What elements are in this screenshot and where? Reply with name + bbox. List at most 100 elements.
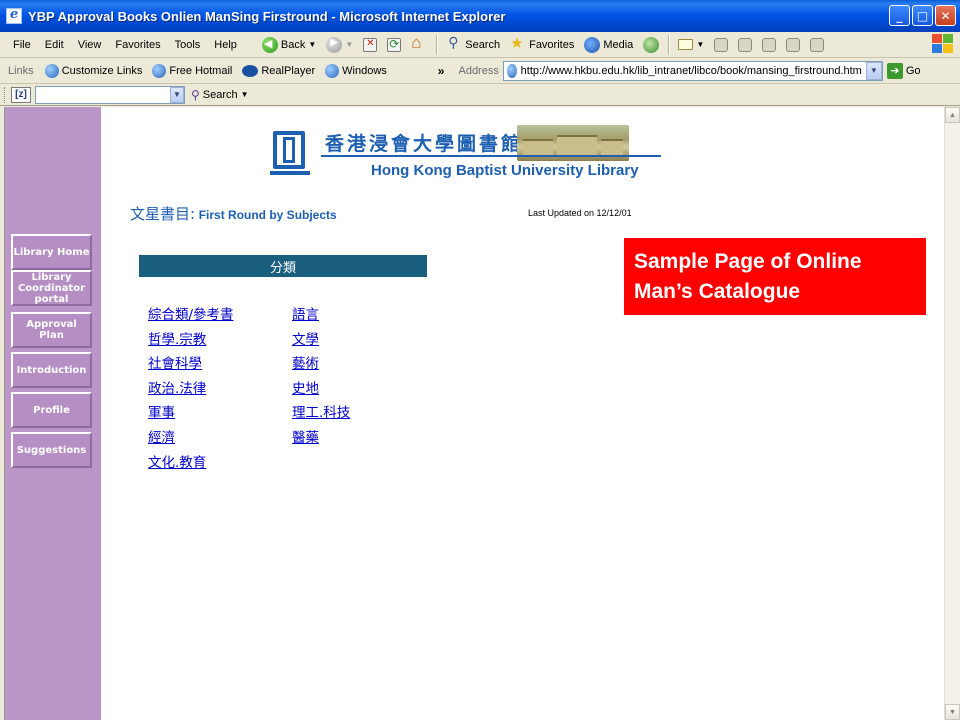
- favorites-button[interactable]: Favorites: [506, 34, 578, 56]
- nav-library-home[interactable]: Library Home: [11, 234, 92, 270]
- toolbar-logo-icon[interactable]: [z]: [11, 86, 31, 103]
- forward-button[interactable]: ▼: [322, 34, 357, 56]
- category-link[interactable]: 史地: [292, 379, 350, 404]
- category-column-right: 語言 文學 藝術 史地 理工.科技 醫藥: [292, 305, 350, 453]
- close-button[interactable]: ✕: [935, 5, 956, 26]
- stop-icon: [363, 37, 378, 52]
- link-windows[interactable]: Windows: [320, 63, 392, 78]
- mail-icon: [678, 39, 694, 50]
- forward-dropdown-icon[interactable]: ▼: [345, 40, 353, 49]
- stop-button[interactable]: [359, 34, 381, 56]
- category-link[interactable]: 文學: [292, 330, 350, 355]
- ie-page-icon: [44, 63, 59, 78]
- toolbar-separator: [668, 34, 670, 55]
- search-toolbar: [z] ▼ ⚲ Search ▼: [0, 84, 960, 106]
- edit-icon: [738, 37, 753, 52]
- messenger-icon: [786, 37, 801, 52]
- scroll-down-icon[interactable]: ▼: [945, 704, 960, 720]
- research-icon: [810, 37, 825, 52]
- print-button[interactable]: [710, 34, 732, 56]
- address-label: Address: [458, 64, 499, 77]
- window-controls: _ □ ✕: [889, 5, 956, 26]
- address-input[interactable]: http://www.hkbu.edu.hk/lib_intranet/libc…: [502, 60, 883, 81]
- category-link[interactable]: 藝術: [292, 354, 350, 379]
- media-button[interactable]: Media: [580, 34, 637, 56]
- search-label: Search: [465, 38, 501, 51]
- edit-button[interactable]: [734, 34, 756, 56]
- category-link[interactable]: 哲學.宗教: [148, 330, 234, 355]
- menu-bar: File Edit View Favorites Tools Help Back…: [0, 32, 960, 58]
- nav-introduction[interactable]: Introduction: [11, 352, 92, 388]
- menu: File Edit View Favorites Tools Help: [0, 39, 244, 51]
- nav-profile[interactable]: Profile: [11, 392, 92, 428]
- vertical-scrollbar[interactable]: ▲ ▼: [944, 107, 960, 720]
- nav-suggestions[interactable]: Suggestions: [11, 432, 92, 468]
- category-link[interactable]: 社會科學: [148, 354, 234, 379]
- category-link[interactable]: 軍事: [148, 403, 234, 428]
- menu-view[interactable]: View: [71, 39, 109, 51]
- home-button[interactable]: [407, 33, 431, 56]
- window-title: YBP Approval Books Onlien ManSing Firstr…: [28, 8, 506, 24]
- menu-help[interactable]: Help: [207, 39, 244, 51]
- category-header: 分類: [139, 255, 427, 277]
- ie-page-icon: [325, 63, 340, 78]
- category-link[interactable]: 文化.教育: [148, 453, 234, 478]
- research-button[interactable]: [806, 34, 828, 56]
- nav-approval-plan[interactable]: Approval Plan: [11, 312, 92, 348]
- category-link[interactable]: 政治.法律: [148, 379, 234, 404]
- category-link[interactable]: 語言: [292, 305, 350, 330]
- library-name-english: Hong Kong Baptist University Library: [371, 162, 639, 179]
- menu-tools[interactable]: Tools: [168, 39, 208, 51]
- link-label: Windows: [342, 64, 387, 77]
- menu-file[interactable]: File: [6, 39, 38, 51]
- toolbar-search-dropdown-icon[interactable]: ▼: [241, 90, 249, 99]
- annotation-callout: Sample Page of Online Man’s Catalogue: [624, 238, 926, 315]
- page-viewport: Library Home Library Coordinator portal …: [4, 107, 944, 720]
- maximize-button[interactable]: □: [912, 5, 933, 26]
- forward-arrow-icon: [326, 36, 343, 53]
- link-free-hotmail[interactable]: Free Hotmail: [147, 63, 237, 78]
- star-icon: [510, 34, 526, 53]
- category-column-left: 綜合類/參考書 哲學.宗教 社會科學 政治.法律 軍事 經濟 文化.教育: [148, 305, 234, 477]
- callout-line-1: Sample Page of Online: [634, 250, 862, 273]
- category-link[interactable]: 經濟: [148, 428, 234, 453]
- menu-favorites[interactable]: Favorites: [108, 39, 167, 51]
- search-button[interactable]: Search: [442, 34, 504, 56]
- search-combo-dropdown-icon[interactable]: ▼: [170, 86, 184, 103]
- go-button[interactable]: ➜ Go: [886, 62, 921, 79]
- search-icon: [446, 34, 462, 53]
- left-navigation: Library Home Library Coordinator portal …: [5, 107, 101, 720]
- go-label: Go: [905, 64, 921, 77]
- links-address-bar: Links Customize Links Free Hotmail RealP…: [0, 58, 960, 84]
- realplayer-icon: [242, 64, 259, 77]
- category-link[interactable]: 理工.科技: [292, 403, 350, 428]
- standard-toolbar: Back ▼ ▼ Search Favorites Media ▼: [258, 33, 828, 56]
- print-icon: [714, 37, 729, 52]
- home-icon: [411, 33, 427, 53]
- minimize-button[interactable]: _: [889, 5, 910, 26]
- media-label: Media: [603, 38, 634, 51]
- toolbar-search-button[interactable]: ⚲ Search ▼: [191, 88, 249, 102]
- nav-library-coordinator-portal[interactable]: Library Coordinator portal: [11, 270, 92, 306]
- mail-dropdown-icon[interactable]: ▼: [696, 40, 704, 49]
- menu-edit[interactable]: Edit: [38, 39, 71, 51]
- messenger-button[interactable]: [782, 34, 804, 56]
- toolbar-grip[interactable]: [4, 86, 7, 103]
- discuss-button[interactable]: [758, 34, 780, 56]
- mail-button[interactable]: ▼: [674, 34, 708, 56]
- back-dropdown-icon[interactable]: ▼: [308, 40, 316, 49]
- link-realplayer[interactable]: RealPlayer: [237, 64, 320, 77]
- history-button[interactable]: [639, 34, 663, 56]
- links-more-chevron[interactable]: »: [438, 64, 445, 78]
- refresh-button[interactable]: [383, 34, 405, 56]
- ie-app-icon: [6, 7, 22, 24]
- address-dropdown-icon[interactable]: ▼: [865, 61, 882, 80]
- category-link[interactable]: 綜合類/參考書: [148, 305, 234, 330]
- history-icon: [643, 36, 660, 53]
- scroll-up-icon[interactable]: ▲: [945, 107, 960, 123]
- search-combo-input[interactable]: ▼: [35, 85, 185, 104]
- back-button[interactable]: Back ▼: [258, 34, 320, 56]
- favorites-label: Favorites: [529, 38, 575, 51]
- category-link[interactable]: 醫藥: [292, 428, 350, 453]
- link-customize-links[interactable]: Customize Links: [40, 63, 148, 78]
